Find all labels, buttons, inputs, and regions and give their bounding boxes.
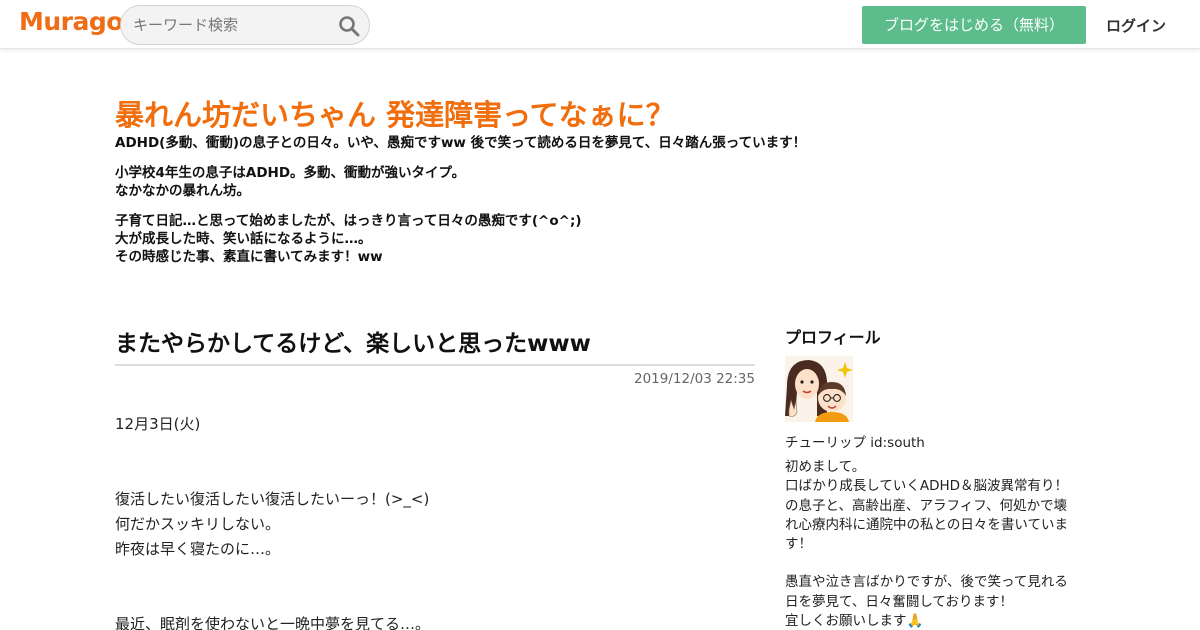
profile-bio: 初めまして。 口ばかり成長していくADHD＆脳波異常有り！ の息子と、高齢出産、… xyxy=(785,458,1085,630)
start-blog-button[interactable]: ブログをはじめる（無料） xyxy=(862,6,1086,44)
search-box[interactable] xyxy=(120,5,370,45)
profile-bio-paragraph: 初めまして。 口ばかり成長していくADHD＆脳波異常有り！ の息子と、高齢出産、… xyxy=(785,459,1069,553)
post-paragraph: 最近、眠剤を使わないと一晩中夢を見てる…。 xyxy=(115,615,431,630)
login-link[interactable]: ログイン xyxy=(1106,15,1166,36)
profile-name[interactable]: チューリップ id:south xyxy=(785,431,925,451)
blog-description: ADHD(多動、衝動)の息子との日々。いや、愚痴ですww 後で笑って読める日を夢… xyxy=(115,134,1075,278)
post-title[interactable]: またやらかしてるけど、楽しいと思ったwww xyxy=(115,324,755,366)
post-paragraph: 12月3日(火) xyxy=(115,415,201,433)
post-paragraph: 復活したい復活したい復活したいーっ！(>_<) 何だかスッキリしない。 昨夜は早… xyxy=(115,490,430,558)
blog-description-paragraph: 子育て日記…と思って始めましたが、はっきり言って日々の愚痴です(^o^;) 大が… xyxy=(115,213,582,265)
blog-description-paragraph: ADHD(多動、衝動)の息子との日々。いや、愚痴ですww 後で笑って読める日を夢… xyxy=(115,135,807,151)
post-body: 12月3日(火) 復活したい復活したい復活したいーっ！(>_<) 何だかスッキリ… xyxy=(115,412,755,630)
profile-avatar[interactable] xyxy=(785,356,853,422)
search-icon[interactable] xyxy=(338,15,360,37)
blog-title[interactable]: 暴れん坊だいちゃん 発達障害ってなぁに？ xyxy=(115,92,675,134)
top-navigation-bar: Muragon ブログをはじめる（無料） ログイン xyxy=(0,0,1200,49)
avatar-illustration xyxy=(785,356,853,422)
post-date: 2019/12/03 22:35 xyxy=(633,371,755,387)
search-input[interactable] xyxy=(133,6,333,44)
profile-bio-paragraph: 愚直や泣き言ばかりですが、後で笑って見れる 日を夢見て、日々奮闘しております！ … xyxy=(785,574,1068,630)
profile-heading: プロフィール xyxy=(785,328,881,347)
blog-description-paragraph: 小学校4年生の息子はADHD。多動、衝動が強いタイプ。 なかなかの暴れん坊。 xyxy=(115,165,466,199)
